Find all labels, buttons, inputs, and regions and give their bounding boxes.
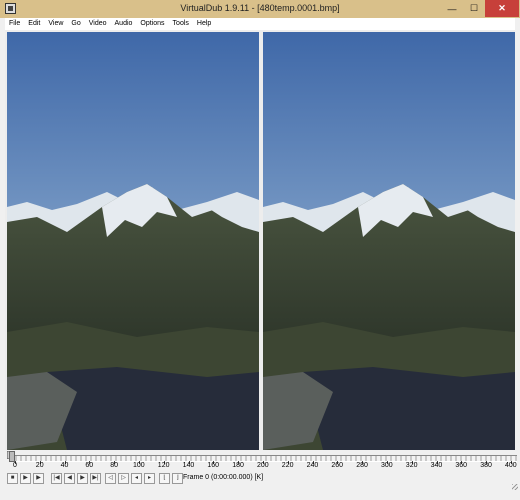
prev-key-icon: ◁ [108, 475, 113, 481]
timeline-tick-label: 100 [133, 462, 145, 469]
timeline-tick-label: 260 [331, 462, 344, 469]
menu-file[interactable]: File [5, 18, 24, 30]
timeline-tick-label: 140 [182, 462, 195, 469]
timeline-tick-label: 0 [13, 462, 17, 469]
mark-in-icon: ⌊ [163, 475, 166, 481]
resize-grip[interactable] [512, 484, 518, 490]
prev-key-button[interactable]: ◁ [105, 473, 116, 484]
maximize-button[interactable]: ☐ [463, 0, 485, 17]
input-video-pane[interactable] [7, 32, 259, 450]
video-workspace [5, 30, 515, 450]
mark-out-icon: ⌋ [176, 475, 179, 481]
timeline-tick-label: 380 [480, 462, 492, 469]
output-frame-image [263, 32, 515, 450]
prev-frame-button[interactable]: ◀ [64, 473, 75, 484]
playback-toolbar: ■ ▶ ▶ |◀ ◀ ▶ ▶| ◁ ▷ ◂ ▸ ⌊ ⌋ Frame 0 (0:00:00.000) [K… [5, 470, 518, 492]
play-output-button[interactable]: ▶ [33, 473, 44, 484]
timeline-tick-label: 360 [455, 462, 468, 469]
scene-fwd-button[interactable]: ▸ [144, 473, 155, 484]
go-end-button[interactable]: ▶| [90, 473, 101, 484]
next-key-button[interactable]: ▷ [118, 473, 129, 484]
menu-audio[interactable]: Audio [111, 18, 137, 30]
timeline-tick-label: 340 [430, 462, 443, 469]
title-bar: VirtualDub 1.9.11 - [480temp.0001.bmp] —… [0, 0, 520, 18]
stop-button[interactable]: ■ [7, 473, 18, 484]
timeline-tick-label: 300 [381, 462, 393, 469]
minimize-button[interactable]: — [441, 0, 463, 17]
next-frame-button[interactable]: ▶ [77, 473, 88, 484]
timeline-tick-label: 320 [405, 462, 418, 469]
scene-rev-icon: ◂ [134, 475, 138, 481]
prev-frame-icon: ◀ [67, 475, 72, 481]
timeline-tick-label: 280 [356, 462, 368, 469]
play-input-icon: ▶ [23, 475, 28, 481]
close-button[interactable]: ✕ [485, 0, 519, 17]
timeline-tick-label: 120 [157, 462, 170, 469]
go-start-icon: |◀ [53, 475, 60, 481]
next-frame-icon: ▶ [80, 475, 85, 481]
stop-icon: ■ [10, 475, 15, 481]
timeline-scrubber[interactable]: 0 20 40 60 80 100 120 140 160 180 200 220 240 260 280 3… [5, 450, 517, 470]
menu-bar: File Edit View Go Video Audio Options To… [5, 18, 515, 30]
menu-view[interactable]: View [44, 18, 67, 30]
menu-go[interactable]: Go [67, 18, 84, 30]
menu-edit[interactable]: Edit [24, 18, 44, 30]
frame-status: Frame 0 (0:00:00.000) [K] [183, 474, 264, 481]
timeline-tick-label: 60 [85, 462, 94, 469]
go-end-icon: ▶| [92, 475, 99, 481]
menu-tools[interactable]: Tools [169, 18, 193, 30]
timeline-tick-label: 200 [257, 462, 269, 469]
output-video-pane[interactable] [263, 32, 515, 450]
menu-video[interactable]: Video [85, 18, 111, 30]
timeline-tick-label: 160 [207, 462, 220, 469]
scene-fwd-icon: ▸ [147, 475, 151, 481]
scene-rev-button[interactable]: ◂ [131, 473, 142, 484]
timeline-tick-label: 220 [281, 462, 294, 469]
timeline-tick-label: 20 [35, 462, 44, 469]
menu-help[interactable]: Help [193, 18, 215, 30]
timeline-tick-label: 180 [232, 462, 244, 469]
mark-in-button[interactable]: ⌊ [159, 473, 170, 484]
mark-out-button[interactable]: ⌋ [172, 473, 183, 484]
timeline-tick-label: 400 [505, 462, 517, 469]
play-input-button[interactable]: ▶ [20, 473, 31, 484]
play-output-icon: ▶ [36, 475, 41, 481]
timeline-tick-label: 80 [110, 462, 118, 469]
input-frame-image [7, 32, 259, 450]
next-key-icon: ▷ [121, 475, 126, 481]
go-start-button[interactable]: |◀ [51, 473, 62, 484]
timeline-tick-label: 240 [306, 462, 319, 469]
timeline-tick-label: 40 [60, 462, 69, 469]
menu-options[interactable]: Options [136, 18, 168, 30]
